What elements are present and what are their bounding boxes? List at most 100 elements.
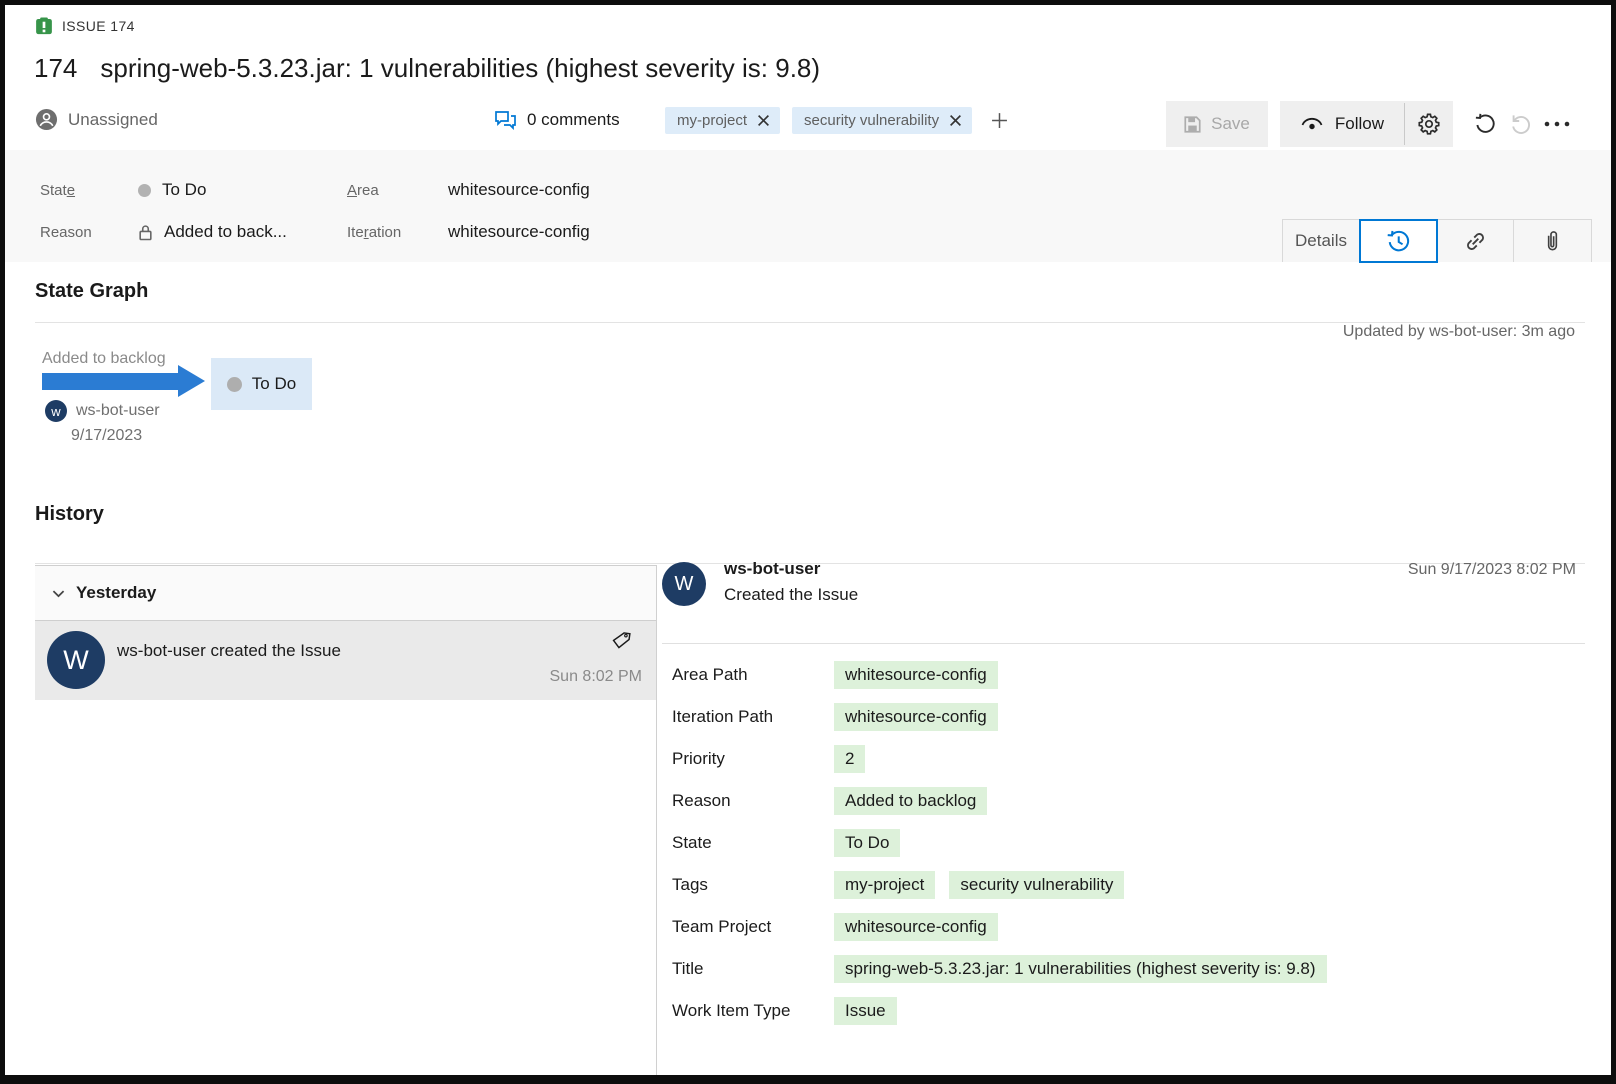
chevron-down-icon — [52, 589, 65, 598]
history-group-label: Yesterday — [76, 583, 156, 603]
field-label: Iteration Path — [672, 703, 834, 727]
work-item-type-row: ISSUE 174 — [35, 17, 135, 35]
transition-author-name: ws-bot-user — [76, 402, 160, 420]
ellipsis-icon — [1544, 121, 1570, 127]
transition-author: w ws-bot-user — [45, 400, 160, 422]
work-item-id: 174 — [34, 53, 77, 84]
refresh-icon — [1473, 112, 1497, 136]
history-clock-icon — [1385, 228, 1412, 255]
form-tab-group: Details — [1282, 219, 1592, 262]
tag-chip[interactable]: my-project — [665, 107, 780, 134]
reason-field-label: Reason — [40, 224, 138, 241]
state-field-value[interactable]: To Do — [138, 180, 206, 200]
field-label: Reason — [672, 787, 834, 811]
work-item-title[interactable]: spring-web-5.3.23.jar: 1 vulnerabilities… — [100, 53, 820, 84]
divider — [662, 643, 1585, 644]
tag-chip[interactable]: security vulnerability — [792, 107, 972, 134]
follow-eye-icon — [1300, 116, 1324, 133]
add-tag-button[interactable] — [986, 108, 1012, 134]
field-value-chip: whitesource-config — [834, 703, 998, 731]
field-value-chip: whitesource-config — [834, 661, 998, 689]
undo-button[interactable] — [1503, 101, 1539, 147]
detail-timestamp: Sun 9/17/2023 8:02 PM — [1408, 561, 1576, 579]
field-row: Priority 2 — [672, 745, 1585, 775]
history-group-header[interactable]: Yesterday — [35, 566, 656, 621]
history-heading: History — [35, 503, 104, 526]
state-dot-icon — [227, 377, 242, 392]
lock-icon — [138, 224, 153, 241]
field-row: Title spring-web-5.3.23.jar: 1 vulnerabi… — [672, 955, 1585, 985]
history-page: State Graph Added to backlog To Do w ws-… — [35, 262, 1585, 1075]
tag-icon — [611, 630, 632, 651]
tab-attachments[interactable] — [1514, 220, 1591, 262]
reason-field-value[interactable]: Added to back... — [138, 222, 287, 242]
state-dot-icon — [138, 184, 151, 197]
detail-author-name: ws-bot-user — [724, 559, 820, 579]
link-icon — [1463, 229, 1488, 254]
field-row: State To Do — [672, 829, 1585, 859]
field-value-chip: spring-web-5.3.23.jar: 1 vulnerabilities… — [834, 955, 1327, 983]
reason-field: Reason Added to back... — [40, 217, 287, 247]
field-row: Iteration Path whitesource-config — [672, 703, 1585, 733]
state-field: State To Do — [40, 175, 206, 205]
area-field: Area whitesource-config — [347, 175, 590, 205]
tag-label: my-project — [677, 112, 747, 129]
state-field-label: State — [40, 182, 138, 199]
field-value-chip: Added to backlog — [834, 787, 987, 815]
state-graph: Added to backlog To Do w ws-bot-user 9/1… — [35, 322, 1585, 502]
fields-strip: State To Do Reason Added to back... Area… — [5, 150, 1611, 262]
more-options-button[interactable] — [1539, 101, 1575, 147]
remove-tag-icon[interactable] — [757, 114, 770, 127]
comments-icon — [494, 110, 517, 130]
state-graph-heading: State Graph — [35, 280, 148, 303]
field-value-chip: security vulnerability — [949, 871, 1124, 899]
field-label: Team Project — [672, 913, 834, 937]
field-value-chip: Issue — [834, 997, 897, 1025]
gear-icon — [1417, 112, 1441, 136]
comments-button[interactable]: 0 comments — [494, 110, 620, 130]
tab-details[interactable]: Details — [1283, 220, 1360, 262]
work-item-header: ISSUE 174 174 spring-web-5.3.23.jar: 1 v… — [5, 5, 1611, 150]
tag-bar: my-project security vulnerability — [665, 107, 1012, 134]
follow-button[interactable]: Follow — [1280, 101, 1404, 147]
iteration-field-label: Iteration — [347, 224, 448, 241]
issue-icon — [35, 17, 53, 35]
transition-arrow — [42, 373, 178, 390]
field-value-chip: whitesource-config — [834, 913, 998, 941]
unassigned-person-icon — [35, 108, 58, 131]
field-row: Work Item Type Issue — [672, 997, 1585, 1027]
area-field-value[interactable]: whitesource-config — [448, 180, 590, 200]
tab-history[interactable] — [1359, 219, 1438, 263]
history-item-time: Sun 8:02 PM — [550, 668, 643, 686]
settings-button[interactable] — [1405, 101, 1453, 147]
assignee-picker[interactable]: Unassigned — [35, 108, 158, 131]
field-value-chip: my-project — [834, 871, 935, 899]
history-panes: Yesterday W ws-bot-user created the Issu… — [35, 565, 1585, 1075]
comments-count: 0 comments — [527, 110, 620, 130]
field-label: Area Path — [672, 661, 834, 685]
work-item-type-label: ISSUE 174 — [62, 18, 135, 34]
field-value-chip: 2 — [834, 745, 865, 773]
field-value-chip: To Do — [834, 829, 900, 857]
field-label: Work Item Type — [672, 997, 834, 1021]
work-item-window: ISSUE 174 174 spring-web-5.3.23.jar: 1 v… — [0, 0, 1616, 1084]
changed-fields-list: Area Path whitesource-config Iteration P… — [672, 661, 1585, 1027]
field-label: Title — [672, 955, 834, 979]
follow-label: Follow — [1335, 114, 1384, 134]
iteration-field-value[interactable]: whitesource-config — [448, 222, 590, 242]
area-field-label: Area — [347, 182, 448, 199]
field-row: Area Path whitesource-config — [672, 661, 1585, 691]
remove-tag-icon[interactable] — [949, 114, 962, 127]
transition-date: 9/17/2023 — [71, 427, 142, 445]
state-node-todo: To Do — [211, 358, 312, 410]
history-list-item[interactable]: W ws-bot-user created the Issue Sun 8:02… — [35, 621, 656, 700]
history-list-pane: Yesterday W ws-bot-user created the Issu… — [35, 565, 657, 1075]
field-label: Priority — [672, 745, 834, 769]
save-button[interactable]: Save — [1166, 101, 1268, 147]
field-row: Team Project whitesource-config — [672, 913, 1585, 943]
save-icon — [1184, 116, 1201, 133]
assignee-label: Unassigned — [68, 110, 158, 130]
action-buttons: Save Follow — [1166, 101, 1575, 147]
tab-links[interactable] — [1437, 220, 1514, 262]
refresh-button[interactable] — [1467, 101, 1503, 147]
